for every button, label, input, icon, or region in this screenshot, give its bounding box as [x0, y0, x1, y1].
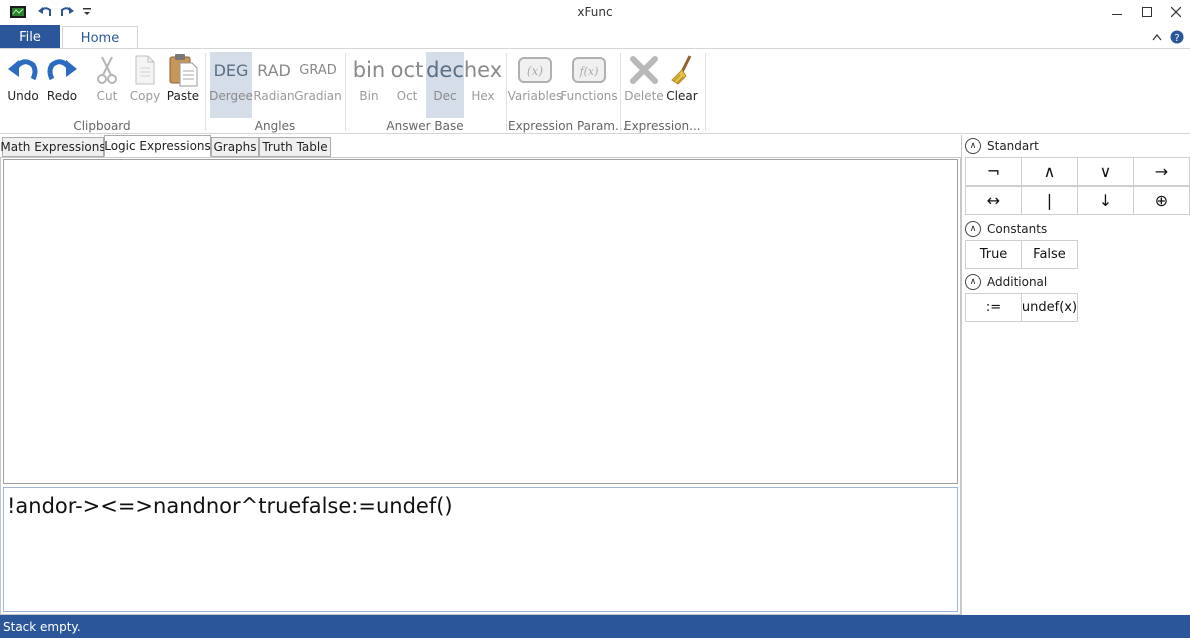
svg-text:f(x): f(x): [579, 65, 599, 78]
help-icon[interactable]: ?: [1168, 29, 1186, 45]
title-bar: xFunc: [0, 0, 1190, 25]
gradian-button[interactable]: GRAD Gradian: [294, 52, 342, 104]
section-additional-header[interactable]: ∧ Additional: [965, 273, 1047, 291]
clear-button[interactable]: Clear: [665, 52, 699, 103]
redo-icon: [46, 52, 78, 88]
redo-button[interactable]: Redo: [44, 52, 80, 103]
tab-math-expressions[interactable]: Math Expressions: [0, 137, 106, 157]
variables-button[interactable]: (x) Variables: [508, 52, 562, 103]
collapse-ribbon-icon[interactable]: [1148, 29, 1166, 45]
functions-icon: f(x): [572, 52, 606, 88]
group-label-clipboard: Clipboard: [73, 119, 131, 133]
group-divider: [205, 53, 206, 131]
hex-button[interactable]: hex Hex: [464, 52, 502, 103]
expression-input[interactable]: !andor-><=>nandnor^truefalse:=undef(): [3, 487, 958, 612]
collapse-icon: ∧: [965, 138, 981, 154]
tab-graphs[interactable]: Graphs: [211, 137, 259, 157]
status-text: Stack empty.: [3, 619, 81, 634]
variables-icon: (x): [518, 52, 552, 88]
undo-button[interactable]: Undo: [5, 52, 41, 103]
svg-text:?: ?: [1174, 33, 1179, 44]
deg-glyph: DEG: [213, 60, 249, 80]
nor-key[interactable]: ↓: [1077, 186, 1134, 215]
tab-file[interactable]: File: [0, 25, 60, 49]
radian-button[interactable]: RAD Radian: [253, 52, 294, 104]
undo-icon: [7, 52, 39, 88]
equality-key[interactable]: ↔: [965, 186, 1022, 215]
paste-icon: [168, 52, 198, 88]
group-label-angles: Angles: [254, 119, 296, 133]
close-icon[interactable]: [1167, 4, 1185, 20]
group-divider: [345, 53, 346, 131]
collapse-icon: ∧: [965, 274, 981, 290]
tab-home[interactable]: Home: [62, 26, 138, 50]
group-divider: [620, 53, 621, 131]
bin-glyph: bin: [352, 58, 386, 82]
symbol-panel: ∧ Standart ¬ ∧ ∨ → ↔ | ↓ ⊕ ∧ Constants T…: [961, 135, 1190, 615]
results-list[interactable]: [3, 159, 958, 484]
delete-button[interactable]: Delete: [624, 52, 664, 103]
group-divider: [705, 53, 706, 131]
degree-button[interactable]: DEG Dergee: [209, 52, 253, 118]
dec-glyph: dec: [426, 58, 464, 82]
section-standart-header[interactable]: ∧ Standart: [965, 137, 1039, 155]
undef-key[interactable]: undef(x): [1021, 293, 1078, 322]
ribbon-home: Undo Redo Cut Copy Paste Clipboard DEG D…: [0, 48, 1190, 134]
copy-button[interactable]: Copy: [127, 52, 163, 103]
maximize-icon[interactable]: [1138, 4, 1156, 20]
delete-icon: [629, 52, 659, 88]
expression-text: !andor-><=>nandnor^truefalse:=undef(): [7, 494, 453, 518]
minimize-icon[interactable]: [1108, 4, 1126, 20]
collapse-icon: ∧: [965, 221, 981, 237]
status-bar: Stack empty.: [0, 615, 1190, 638]
rad-glyph: RAD: [257, 60, 291, 80]
oct-glyph: oct: [390, 58, 424, 82]
dec-button[interactable]: dec Dec: [426, 52, 464, 118]
or-key[interactable]: ∨: [1077, 157, 1134, 186]
window-title: xFunc: [577, 5, 613, 19]
assign-key[interactable]: :=: [965, 293, 1022, 322]
implication-key[interactable]: →: [1133, 157, 1190, 186]
group-label-expression-params: Expression Param...: [508, 119, 627, 133]
ribbon-tab-row: File Home ?: [0, 25, 1190, 50]
paste-button[interactable]: Paste: [166, 52, 200, 103]
tab-truth-table[interactable]: Truth Table: [259, 137, 331, 157]
nand-key[interactable]: |: [1021, 186, 1078, 215]
functions-button[interactable]: f(x) Functions: [560, 52, 618, 103]
xfunc-window: xFunc File Home ? Undo Redo Cut Copy Pas…: [0, 0, 1190, 638]
bin-button[interactable]: bin Bin: [350, 52, 388, 103]
cut-button[interactable]: Cut: [91, 52, 123, 103]
group-label-expression: Expression...: [624, 119, 701, 133]
grad-glyph: GRAD: [299, 62, 337, 78]
false-key[interactable]: False: [1021, 240, 1078, 269]
tab-logic-expressions[interactable]: Logic Expressions: [104, 135, 211, 157]
section-constants-header[interactable]: ∧ Constants: [965, 220, 1047, 238]
group-label-answer-base: Answer Base: [386, 119, 464, 133]
true-key[interactable]: True: [965, 240, 1022, 269]
not-key[interactable]: ¬: [965, 157, 1022, 186]
hex-glyph: hex: [463, 58, 503, 82]
copy-icon: [132, 52, 158, 88]
xor-key[interactable]: ⊕: [1133, 186, 1190, 215]
oct-button[interactable]: oct Oct: [388, 52, 426, 103]
broom-icon: [668, 52, 696, 88]
scissors-icon: [94, 52, 120, 88]
and-key[interactable]: ∧: [1021, 157, 1078, 186]
svg-text:(x): (x): [527, 64, 543, 78]
